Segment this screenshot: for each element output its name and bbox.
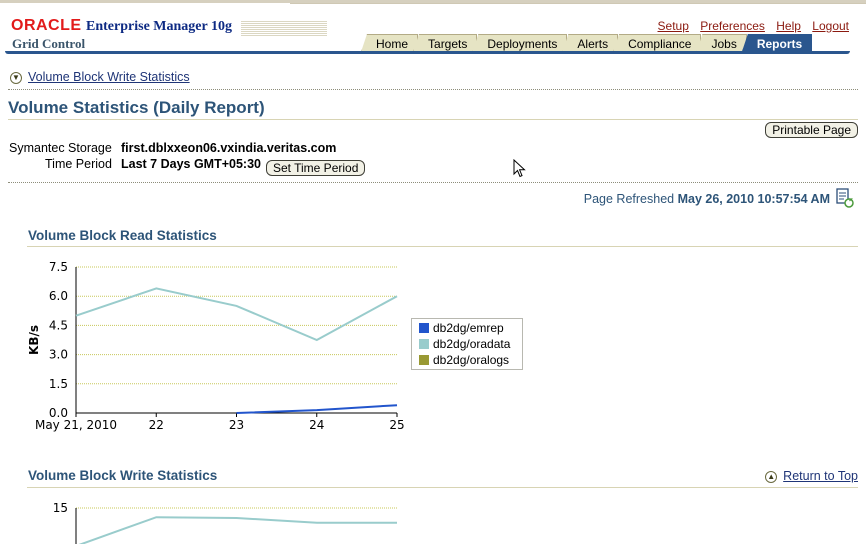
time-period-value: Last 7 Days GMT+05:30 <box>121 157 261 171</box>
y-tick-label: 3.0 <box>49 348 68 362</box>
tab-home[interactable]: Home <box>361 34 419 52</box>
brand-logo: ORACLE Enterprise Manager 10g <box>11 17 232 35</box>
chart-legend: db2dg/emrep db2dg/oradata db2dg/oralogs <box>411 318 523 370</box>
section-underline <box>27 487 858 488</box>
main-tabs: Home Targets Deployments Alerts Complian… <box>361 34 813 52</box>
legend-swatch <box>419 338 429 349</box>
y-tick-label: 4.5 <box>49 318 68 332</box>
mouse-cursor-icon <box>513 159 526 178</box>
y-tick-label: 7.5 <box>49 260 68 274</box>
product-name: Enterprise Manager 10g <box>86 19 232 34</box>
page-refreshed: Page Refreshed May 26, 2010 10:57:54 AM <box>584 192 830 206</box>
chevron-up-icon: ▲ <box>765 471 778 483</box>
x-tick-label: 22 <box>149 418 164 432</box>
title-underline <box>8 119 858 120</box>
logout-link[interactable]: Logout <box>812 19 849 33</box>
section-underline <box>27 246 858 247</box>
tab-compliance[interactable]: Compliance <box>613 34 702 52</box>
storage-value: first.dblxxeon06.vxindia.veritas.com <box>121 141 337 155</box>
tab-reports[interactable]: Reports <box>741 34 813 52</box>
refreshed-label: Page Refreshed <box>583 192 675 206</box>
write-stats-chart: 15 <box>53 501 397 544</box>
time-period-label: Time Period <box>45 157 112 171</box>
product-subtitle: Grid Control <box>12 36 86 51</box>
global-links: Setup Preferences Help Logout <box>650 19 849 33</box>
tab-targets[interactable]: Targets <box>413 34 478 52</box>
printable-page-button[interactable]: Printable Page <box>765 122 858 138</box>
write-stats-jump-link[interactable]: Volume Block Write Statistics <box>28 70 190 84</box>
write-stats-title: Volume Block Write Statistics <box>28 468 218 483</box>
page-title: Volume Statistics (Daily Report) <box>8 98 265 117</box>
top-border-inner <box>290 3 866 4</box>
return-to-top-link[interactable]: Return to Top <box>783 469 858 483</box>
legend-label: db2dg/emrep <box>433 320 504 335</box>
series-line <box>236 404 398 414</box>
return-to-top: ▲ Return to Top <box>765 469 858 483</box>
chevron-down-icon: ▼ <box>10 72 22 84</box>
read-stats-title: Volume Block Read Statistics <box>28 228 217 243</box>
header-decoration <box>241 21 327 37</box>
refreshed-timestamp: May 26, 2010 10:57:54 AM <box>677 192 830 206</box>
x-tick-label: May 21, 2010 <box>35 418 117 432</box>
tab-deployments[interactable]: Deployments <box>472 34 568 52</box>
y-tick-label: 6.0 <box>49 289 68 303</box>
tab-alerts[interactable]: Alerts <box>562 34 619 52</box>
x-tick-label: 25 <box>389 418 404 432</box>
y-tick-label: 1.5 <box>49 377 68 391</box>
legend-swatch <box>419 354 429 365</box>
set-time-period-button[interactable]: Set Time Period <box>266 160 366 176</box>
preferences-link[interactable]: Preferences <box>700 19 765 33</box>
read-stats-chart: 0.01.53.04.56.07.5May 21, 2010 22 23 24 25KB… <box>27 260 405 432</box>
y-axis-label: KB/s <box>27 325 41 355</box>
x-tick-label: 23 <box>229 418 244 432</box>
refresh-icon[interactable] <box>836 188 854 208</box>
legend-item: db2dg/oralogs <box>419 352 522 367</box>
setup-link[interactable]: Setup <box>658 19 689 33</box>
legend-item: db2dg/oradata <box>419 336 522 351</box>
legend-label: db2dg/oralogs <box>433 352 510 367</box>
tab-jobs[interactable]: Jobs <box>696 34 747 52</box>
storage-label: Symantec Storage <box>9 141 112 155</box>
oracle-logo: ORACLE <box>11 17 82 34</box>
divider <box>8 89 858 90</box>
series-line <box>78 516 397 544</box>
x-tick-label: 24 <box>309 418 324 432</box>
jump-link-row: ▼ Volume Block Write Statistics <box>10 70 190 84</box>
legend-item: db2dg/emrep <box>419 320 522 335</box>
help-link[interactable]: Help <box>776 19 801 33</box>
legend-label: db2dg/oradata <box>433 336 511 351</box>
legend-swatch <box>419 322 429 333</box>
tab-bar-underline <box>5 51 850 54</box>
y-tick-label: 15 <box>53 501 68 515</box>
divider <box>8 182 858 183</box>
